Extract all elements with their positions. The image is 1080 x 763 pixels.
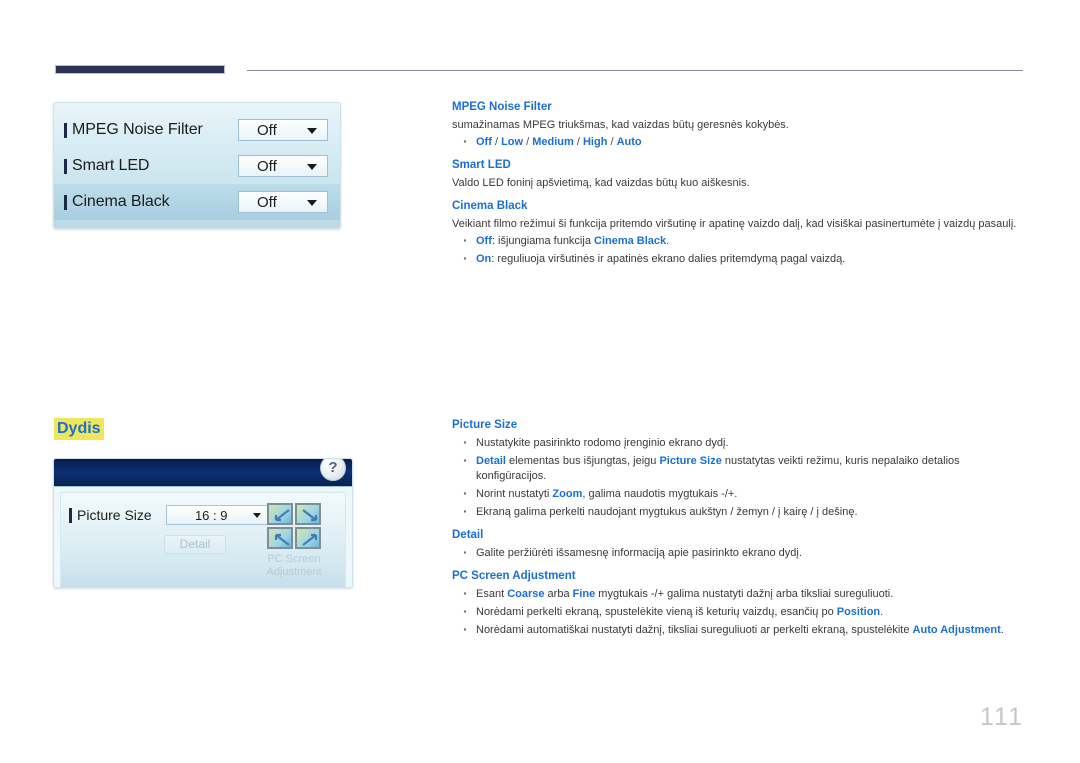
header-rule-thick-bar xyxy=(55,65,225,74)
heading-detail: Detail xyxy=(452,529,484,541)
list-marker-icon xyxy=(64,158,67,174)
bullet-cinema-black-on: On: reguliuoja viršutinės ir apatinės ek… xyxy=(452,251,1030,267)
bullet-text: Norėdami automatiškai nustatyti dažnį, t… xyxy=(476,624,913,636)
list-marker-icon xyxy=(64,122,67,138)
manual-page: MPEG Noise Filter Off Smart LED Off Cine… xyxy=(0,0,1080,763)
term-zoom: Zoom xyxy=(552,488,583,500)
heading-smart-led: Smart LED xyxy=(452,159,511,171)
heading-pc-screen-adjustment: PC Screen Adjustment xyxy=(452,570,576,582)
term-detail: Detail xyxy=(476,455,506,467)
option-off: Off xyxy=(476,136,492,148)
bullet-text: Norėdami perkelti ekraną, spustelėkite v… xyxy=(476,606,837,618)
bullet-picture-size-1: Nustatykite pasirinkto rodomo įrenginio … xyxy=(452,435,1030,451)
option-separator: / xyxy=(607,136,617,148)
page-number: 111 xyxy=(979,703,1024,731)
bullet-pc-screen-2: Norėdami perkelti ekraną, spustelėkite v… xyxy=(452,604,1030,620)
term-fine: Fine xyxy=(572,588,596,600)
osd-dropdown-smart-led[interactable]: Off xyxy=(238,155,328,177)
term-position: Position xyxy=(836,606,881,618)
position-cell-top-right[interactable] xyxy=(295,503,321,525)
bullet-pc-screen-3: Norėdami automatiškai nustatyti dažnį, t… xyxy=(452,622,1030,638)
option-medium: Medium xyxy=(532,136,574,148)
heading-mpeg-noise-filter: MPEG Noise Filter xyxy=(452,101,552,113)
chevron-down-icon xyxy=(307,128,317,134)
term-on: On xyxy=(476,253,492,265)
osd-dropdown-mpeg-noise-filter[interactable]: Off xyxy=(238,119,328,141)
paragraph-smart-led: Valdo LED foninį apšvietimą, kad vaizdas… xyxy=(452,177,750,189)
osd-dropdown-value: Off xyxy=(257,193,277,211)
bullet-pc-screen-1: Esant Coarse arba Fine mygtukais -/+ gal… xyxy=(452,586,1030,602)
bullet-text: : išjungiama funkcija xyxy=(491,235,594,247)
header-rule-thin-line xyxy=(247,70,1023,71)
osd-row-mpeg-noise-filter[interactable]: MPEG Noise Filter Off xyxy=(64,112,328,148)
bullet-text-end: . xyxy=(666,235,670,247)
option-high: High xyxy=(582,136,608,148)
header-rule xyxy=(55,64,1023,76)
term-picture-size: Picture Size xyxy=(659,455,722,467)
chevron-down-icon xyxy=(307,164,317,170)
osd-row-cinema-black[interactable]: Cinema Black Off xyxy=(54,184,340,220)
bullet-text-end: , galima naudotis mygtukais -/+. xyxy=(582,488,738,500)
option-low: Low xyxy=(501,136,524,148)
pc-screen-adjustment-control[interactable]: PC Screen Adjustment xyxy=(251,503,337,579)
list-marker-icon xyxy=(69,507,72,523)
position-grid-icon[interactable] xyxy=(267,503,321,549)
picture-size-osd-screenshot: ? Picture Size 16 : 9 Detail PC Screen A… xyxy=(53,458,353,588)
osd-dropdown-value: Off xyxy=(257,157,277,175)
bullet-text-end: . xyxy=(880,606,884,618)
pc-caption-line-1: PC Screen xyxy=(267,553,321,565)
heading-cinema-black: Cinema Black xyxy=(452,200,528,212)
bullet-mpeg-options: Off / Low / Medium / High / Auto xyxy=(452,134,1030,150)
position-cell-top-left[interactable] xyxy=(267,503,293,525)
content-block-picture-size: Picture Size Nustatykite pasirinkto rodo… xyxy=(452,418,1030,641)
help-icon[interactable]: ? xyxy=(320,459,346,481)
list-marker-icon xyxy=(64,194,67,210)
term-auto-adjustment: Auto Adjustment xyxy=(912,624,1001,636)
osd-row-picture-size[interactable]: Picture Size 16 : 9 xyxy=(69,505,271,525)
pc-screen-adjustment-caption: PC Screen Adjustment xyxy=(251,553,337,579)
picture-options-osd-screenshot: MPEG Noise Filter Off Smart LED Off Cine… xyxy=(53,102,341,229)
bullet-text: : reguliuoja viršutinės ir apatinės ekra… xyxy=(491,253,846,265)
bullet-picture-size-4: Ekraną galima perkelti naudojant mygtuku… xyxy=(452,504,1030,520)
bullet-text-end: . xyxy=(1000,624,1004,636)
bullet-detail-1: Galite peržiūrėti išsamesnę informaciją … xyxy=(452,545,1030,561)
osd-label-cinema-black: Cinema Black xyxy=(72,193,170,210)
bullet-text: arba xyxy=(544,588,573,600)
paragraph-cinema-black: Veikiant filmo režimui ši funkcija prite… xyxy=(452,218,1017,230)
position-cell-bottom-right[interactable] xyxy=(295,527,321,549)
bullet-picture-size-3: Norint nustatyti Zoom, galima naudotis m… xyxy=(452,486,1030,502)
chevron-down-icon xyxy=(307,200,317,206)
term-off: Off xyxy=(476,235,492,247)
pc-caption-line-2: Adjustment xyxy=(266,566,322,578)
bullet-picture-size-2: Detail elementas bus išjungtas, jeigu Pi… xyxy=(452,453,1030,484)
osd-row-smart-led[interactable]: Smart LED Off xyxy=(64,148,328,184)
osd-label-picture-size: Picture Size xyxy=(77,507,152,523)
bullet-text: elementas bus išjungtas, jeigu xyxy=(505,455,660,467)
heading-picture-size: Picture Size xyxy=(452,419,518,431)
content-block-picture-options: MPEG Noise Filter sumažinamas MPEG triuk… xyxy=(452,100,1030,270)
osd-dropdown-value: 16 : 9 xyxy=(194,507,228,523)
term-cinema-black: Cinema Black xyxy=(594,235,667,247)
option-separator: / xyxy=(573,136,583,148)
option-separator: / xyxy=(523,136,533,148)
osd-label-mpeg-noise-filter: MPEG Noise Filter xyxy=(72,121,203,138)
bullet-cinema-black-off: Off: išjungiama funkcija Cinema Black. xyxy=(452,233,1030,249)
osd-title-bar: ? xyxy=(54,459,352,487)
osd-dropdown-value: Off xyxy=(257,121,277,139)
detail-button[interactable]: Detail xyxy=(164,535,226,554)
section-heading-dydis: Dydis xyxy=(54,418,104,440)
paragraph-mpeg-noise-filter: sumažinamas MPEG triukšmas, kad vaizdas … xyxy=(452,119,789,131)
bullet-text-end: mygtukais -/+ galima nustatyti dažnį arb… xyxy=(595,588,894,600)
position-cell-bottom-left[interactable] xyxy=(267,527,293,549)
option-auto: Auto xyxy=(616,136,642,148)
term-coarse: Coarse xyxy=(507,588,545,600)
bullet-text: Esant xyxy=(476,588,508,600)
osd-body: Picture Size 16 : 9 Detail PC Screen Adj… xyxy=(60,492,346,587)
osd-dropdown-cinema-black[interactable]: Off xyxy=(238,191,328,213)
bullet-text: Norint nustatyti xyxy=(476,488,553,500)
option-separator: / xyxy=(491,136,502,148)
osd-label-smart-led: Smart LED xyxy=(72,157,150,174)
